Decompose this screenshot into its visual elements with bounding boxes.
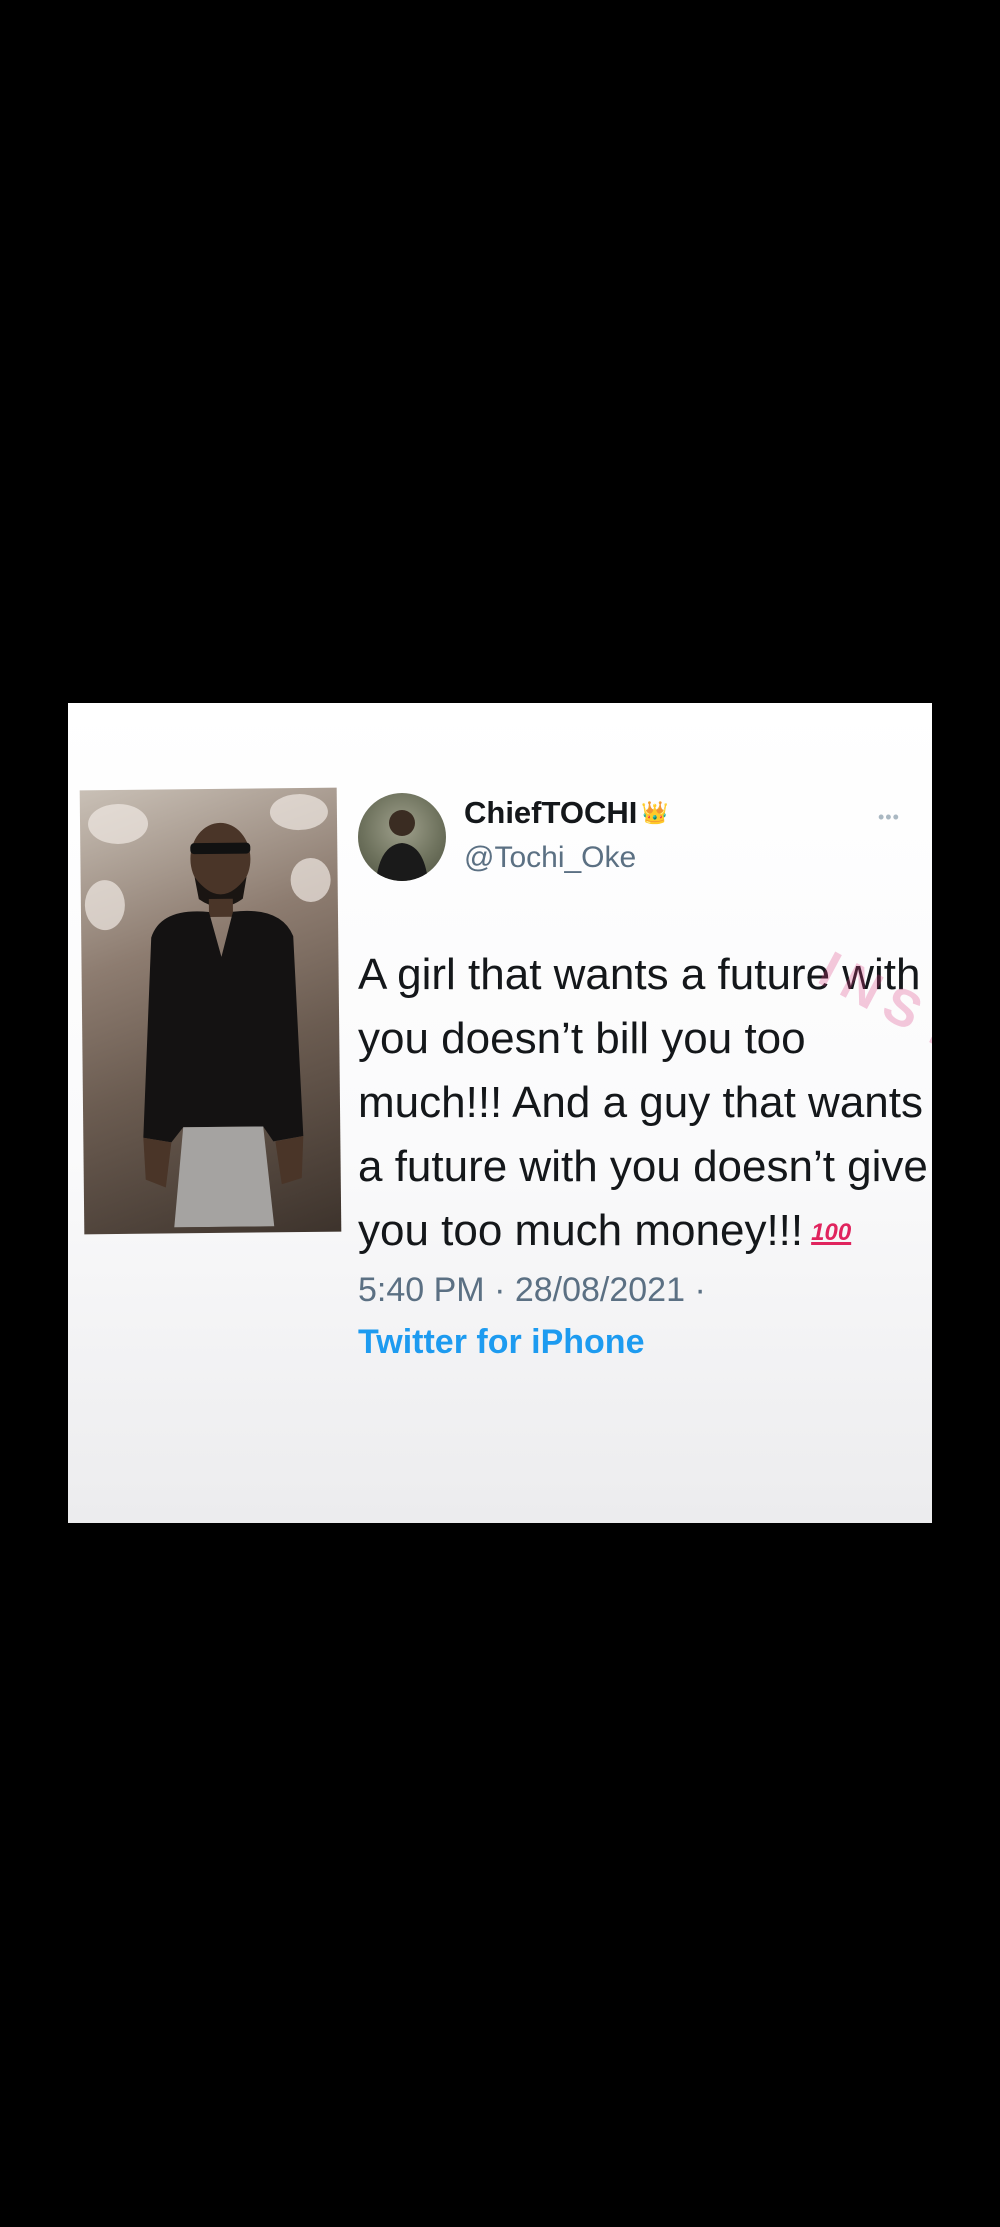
screen: ChiefTOCHI 👑 @Tochi_Oke A girl that want… <box>0 0 1000 2227</box>
timestamp[interactable]: 5:40 PM · 28/08/2021 · <box>358 1271 706 1310</box>
more-dots-icon[interactable]: ••• <box>878 807 900 828</box>
profile-person-icon <box>376 810 428 881</box>
crown-emoji-icon: 👑 <box>641 800 669 825</box>
man-figure-image <box>143 822 304 1228</box>
display-name[interactable]: ChiefTOCHI <box>464 795 637 831</box>
tweet-text: A girl that wants a future with you does… <box>358 943 928 1265</box>
user-handle[interactable]: @Tochi_Oke <box>464 841 636 875</box>
tweet-screenshot-card: ChiefTOCHI 👑 @Tochi_Oke A girl that want… <box>68 703 932 1523</box>
side-photo <box>79 787 342 1235</box>
tweet-source-link[interactable]: Twitter for iPhone <box>358 1323 644 1362</box>
hundred-points-emoji-icon: 100 <box>811 1219 852 1247</box>
name-row: ChiefTOCHI 👑 <box>464 795 669 831</box>
avatar[interactable] <box>358 793 446 881</box>
